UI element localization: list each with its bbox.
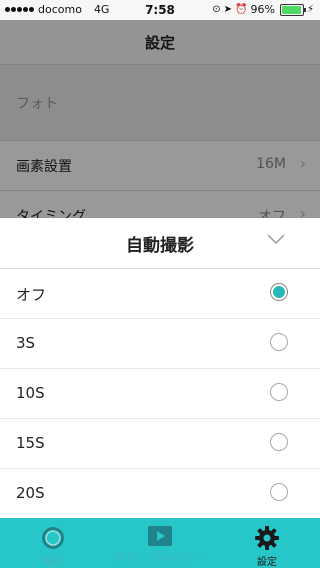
option-3s[interactable]: 3S (0, 319, 320, 369)
sheet-header: 自動撮影 (0, 218, 320, 269)
status-right: ⊙ ➤ ⏰ 96% ⚡ (212, 3, 314, 16)
radio-unselected-icon[interactable] (270, 333, 288, 351)
orientation-lock-icon: ⊙ (212, 4, 221, 15)
radio-unselected-icon[interactable] (270, 483, 288, 501)
option-label: 10S (16, 384, 45, 402)
tab-camera[interactable]: 撮影 (8, 518, 98, 568)
radio-selected-icon[interactable] (270, 283, 288, 301)
play-icon (148, 526, 172, 546)
gear-icon (255, 526, 279, 550)
tab-settings[interactable]: 設定 (222, 518, 312, 568)
auto-capture-sheet: 自動撮影 オフ 3S 10S 15S 20S (0, 218, 320, 518)
tab-label: 設定 (257, 557, 277, 568)
option-10s[interactable]: 10S (0, 369, 320, 419)
option-label: 15S (16, 434, 45, 452)
option-15s[interactable]: 15S (0, 419, 320, 469)
chevron-down-icon[interactable] (266, 232, 286, 246)
tab-bar: 撮影 メディアギャラリー 設定 (0, 518, 320, 568)
battery-icon (279, 3, 306, 16)
charging-icon: ⚡ (306, 4, 314, 15)
modal-overlay[interactable] (0, 20, 320, 220)
camera-icon (42, 527, 64, 549)
tab-label: メディアギャラリー (115, 553, 205, 564)
tab-label: 撮影 (43, 557, 63, 568)
option-20s[interactable]: 20S (0, 469, 320, 519)
location-icon: ➤ (223, 4, 233, 15)
status-bar: docomo 4G 7:58 ⊙ ➤ ⏰ 96% ⚡ (0, 0, 320, 20)
battery-percent: 96% (250, 3, 275, 16)
option-label: 20S (16, 484, 45, 502)
radio-unselected-icon[interactable] (270, 433, 288, 451)
alarm-icon: ⏰ (235, 4, 248, 15)
radio-unselected-icon[interactable] (270, 383, 288, 401)
tab-media-gallery[interactable]: メディアギャラリー (100, 518, 220, 568)
option-off[interactable]: オフ (0, 269, 320, 319)
battery-fill (281, 5, 302, 14)
option-label: 3S (16, 334, 36, 352)
option-label: オフ (16, 286, 47, 304)
